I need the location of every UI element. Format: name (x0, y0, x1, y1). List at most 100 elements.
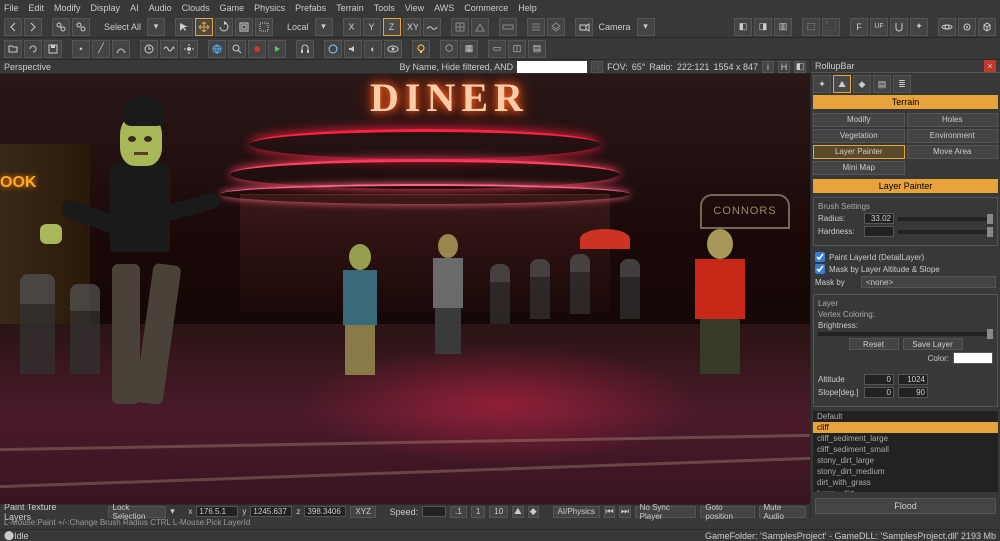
tool-c-icon[interactable]: ▥ (774, 18, 792, 36)
slope-max-input[interactable] (898, 387, 928, 398)
modify-button[interactable]: Modify (813, 113, 905, 127)
menu-aws[interactable]: AWS (434, 3, 454, 13)
viewport-label[interactable]: Perspective (4, 62, 51, 72)
wave-icon[interactable] (160, 40, 178, 58)
close-icon[interactable]: × (984, 60, 996, 72)
environment-button[interactable]: Environment (907, 129, 999, 143)
axis-z[interactable]: Z (383, 18, 401, 36)
win2-icon[interactable]: ◫ (508, 40, 526, 58)
radius-slider[interactable] (898, 217, 993, 221)
layers-icon[interactable] (547, 18, 565, 36)
headphones-icon[interactable] (296, 40, 314, 58)
axis-xy-icon[interactable]: XY (403, 18, 421, 36)
vegetation-button[interactable]: Vegetation (813, 129, 905, 143)
physics-icon[interactable] (938, 18, 956, 36)
win1-icon[interactable]: ▭ (488, 40, 506, 58)
reload-icon[interactable] (24, 40, 42, 58)
eye-icon[interactable] (384, 40, 402, 58)
tool-d-icon[interactable]: ⬚ (802, 18, 820, 36)
flood-button[interactable]: Flood (815, 498, 996, 514)
curve-icon[interactable] (112, 40, 130, 58)
link-icon[interactable] (52, 18, 70, 36)
win3-icon[interactable]: ▤ (528, 40, 546, 58)
move-area-button[interactable]: Move Area (907, 145, 999, 159)
mask-altitude-checkbox[interactable] (815, 264, 825, 274)
tool-b-icon[interactable]: ◨ (754, 18, 772, 36)
ruler-icon[interactable] (499, 18, 517, 36)
menu-modify[interactable]: Modify (54, 3, 81, 13)
lock-dropdown-icon[interactable]: ▾ (170, 506, 175, 517)
object-list-icon[interactable] (527, 18, 545, 36)
helper-icon[interactable]: H (778, 61, 790, 73)
terrain-follow-icon[interactable] (423, 18, 441, 36)
dropdown3-icon[interactable]: ▾ (637, 18, 655, 36)
mask-by-dropdown[interactable]: <none> (861, 276, 996, 288)
tab-create-icon[interactable]: ✦ (813, 75, 831, 93)
speed-input[interactable] (422, 506, 446, 517)
coord-z-input[interactable] (304, 506, 346, 517)
save-icon[interactable] (44, 40, 62, 58)
layer-item[interactable]: cliff_sediment_large (813, 433, 998, 444)
tool-f-icon[interactable]: ✦ (910, 18, 928, 36)
freeze-icon[interactable]: F (850, 18, 868, 36)
goto-position-button[interactable]: Goto position (700, 506, 754, 518)
step-back-icon[interactable]: ⏮ (604, 506, 615, 518)
layer-item[interactable]: cliff (813, 422, 998, 433)
magnet-icon[interactable] (890, 18, 908, 36)
search-icon[interactable] (228, 40, 246, 58)
bulb-icon[interactable] (412, 40, 430, 58)
altitude-min-input[interactable] (864, 374, 894, 385)
dropdown-icon[interactable]: ▾ (147, 18, 165, 36)
slope-min-input[interactable] (864, 387, 894, 398)
radius-input[interactable] (864, 213, 894, 224)
step-fwd-icon[interactable]: ⏭ (619, 506, 630, 518)
menu-clouds[interactable]: Clouds (182, 3, 210, 13)
camera-icon[interactable] (575, 18, 593, 36)
rotate-icon[interactable] (215, 18, 233, 36)
clock-icon[interactable] (140, 40, 158, 58)
open-icon[interactable] (4, 40, 22, 58)
coord-y-input[interactable] (250, 506, 292, 517)
tool-e-icon[interactable]: ⬛ (822, 18, 840, 36)
menu-terrain[interactable]: Terrain (336, 3, 364, 13)
hardness-slider[interactable] (898, 230, 993, 234)
redo-icon[interactable] (24, 18, 42, 36)
xyz-button[interactable]: XYZ (350, 506, 376, 518)
snap-angle-icon[interactable] (471, 18, 489, 36)
altitude-max-input[interactable] (898, 374, 928, 385)
select-all-label[interactable]: Select All (100, 22, 145, 32)
menu-audio[interactable]: Audio (149, 3, 172, 13)
speaker-icon[interactable] (344, 40, 362, 58)
menu-edit[interactable]: Edit (29, 3, 45, 13)
mini-map-button[interactable]: Mini Map (813, 161, 905, 175)
coord-space-label[interactable]: Local (283, 22, 313, 32)
move-icon[interactable] (195, 18, 213, 36)
mute-audio-button[interactable]: Mute Audio (759, 506, 807, 518)
navmesh-icon[interactable]: ▦ (460, 40, 478, 58)
sphere-icon[interactable] (324, 40, 342, 58)
viewport-3d[interactable]: OOK DINER CONNORS (0, 74, 810, 504)
select-area-icon[interactable] (255, 18, 273, 36)
brightness-slider[interactable] (818, 332, 993, 336)
menu-file[interactable]: File (4, 3, 19, 13)
menu-physics[interactable]: Physics (254, 3, 285, 13)
sun-icon[interactable] (180, 40, 198, 58)
menu-help[interactable]: Help (518, 3, 537, 13)
paint-layerid-checkbox[interactable] (815, 252, 825, 262)
info-icon[interactable]: i (762, 61, 774, 73)
speed-01-button[interactable]: .1 (450, 506, 467, 518)
ai-physics-button[interactable]: AI/Physics (553, 506, 600, 518)
hardness-input[interactable] (864, 226, 894, 237)
coord-x-input[interactable] (196, 506, 238, 517)
menu-view[interactable]: View (405, 3, 424, 13)
undo-icon[interactable] (4, 18, 22, 36)
axis-x[interactable]: X (343, 18, 361, 36)
menu-commerce[interactable]: Commerce (464, 3, 508, 13)
play-icon[interactable] (268, 40, 286, 58)
menu-game[interactable]: Game (220, 3, 245, 13)
point-icon[interactable]: • (72, 40, 90, 58)
unlink-icon[interactable] (72, 18, 90, 36)
menu-prefabs[interactable]: Prefabs (295, 3, 326, 13)
menu-display[interactable]: Display (91, 3, 121, 13)
color-swatch[interactable] (953, 352, 993, 364)
